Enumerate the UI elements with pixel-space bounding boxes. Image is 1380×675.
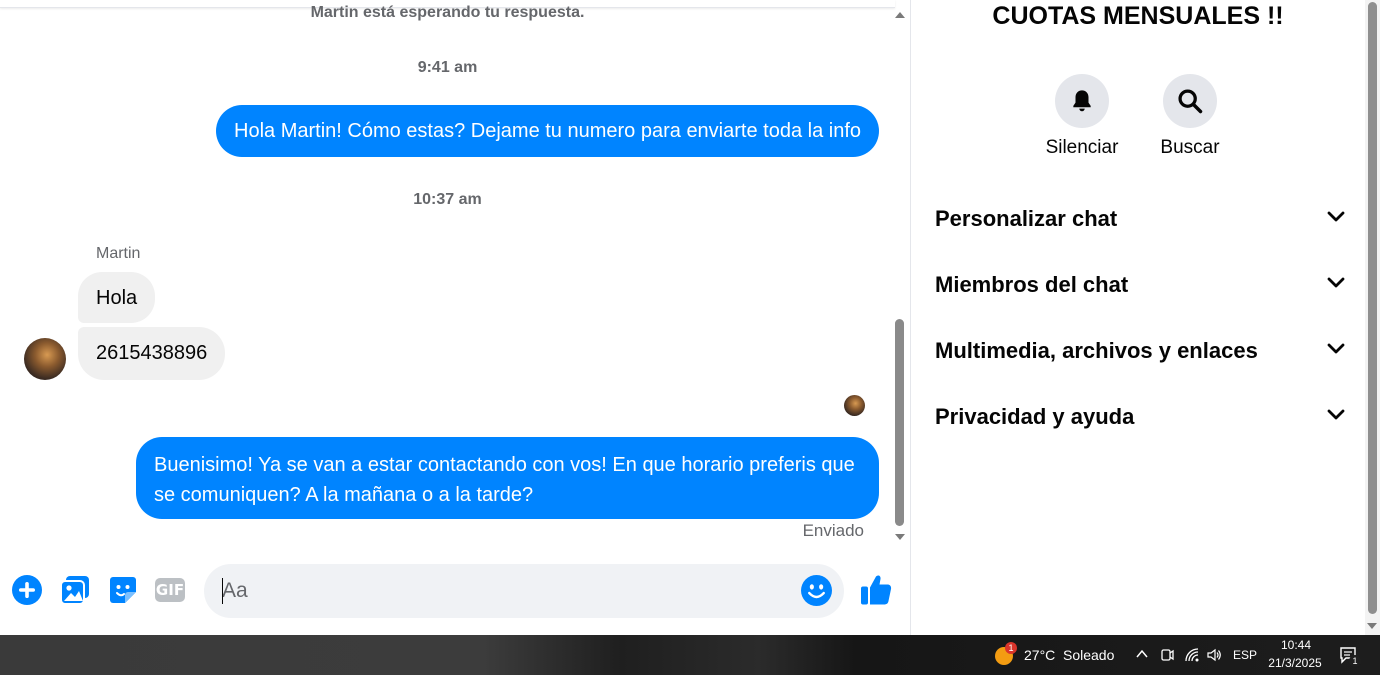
section-label: Miembros del chat (935, 272, 1129, 297)
timestamp: 10:37 am (413, 191, 482, 208)
like-icon[interactable] (860, 573, 892, 605)
composer: GIF (0, 556, 905, 626)
search-icon[interactable] (1163, 74, 1217, 128)
section-label: Multimedia, archivos y enlaces (935, 338, 1258, 363)
chat-scrollbar[interactable] (892, 8, 908, 544)
scroll-down-arrow-icon[interactable] (895, 534, 905, 540)
conversation-info-panel: CUOTAS MENSUALES !! Silenciar Buscar Per… (912, 0, 1364, 635)
avatar[interactable] (24, 338, 66, 380)
outgoing-message[interactable]: Hola Martin! Cómo estas? Dejame tu numer… (216, 105, 879, 157)
language-indicator[interactable]: ESP (1232, 648, 1258, 662)
search-label: Buscar (1160, 137, 1220, 158)
section-customize-chat[interactable]: Personalizar chat (935, 199, 1345, 239)
gif-icon[interactable]: GIF (154, 574, 186, 606)
taskbar: 1 27°C Soleado ESP 10:44 21/3/2025 1 (0, 635, 1380, 675)
meet-now-icon[interactable] (1160, 647, 1174, 668)
weather-temperature[interactable]: 27°C (1024, 647, 1055, 663)
outgoing-message[interactable]: Buenisimo! Ya se van a estar contactando… (136, 437, 879, 519)
chevron-up-icon[interactable] (1135, 647, 1149, 666)
scroll-up-arrow-icon[interactable] (895, 12, 905, 18)
message-input[interactable] (222, 576, 782, 606)
waiting-notice: Martin está esperando tu respuesta. (310, 4, 585, 21)
scrollbar-thumb[interactable] (1368, 2, 1377, 614)
sticker-icon[interactable] (107, 574, 139, 606)
message-box[interactable] (204, 564, 844, 618)
emoji-icon[interactable] (801, 575, 832, 611)
clock-date[interactable]: 21/3/2025 (1262, 656, 1328, 670)
chat-panel: Martin está esperando tu respuesta. 9:41… (0, 0, 911, 635)
section-media-files-links[interactable]: Multimedia, archivos y enlaces (935, 331, 1345, 371)
wifi-icon[interactable] (1184, 647, 1200, 668)
section-chat-members[interactable]: Miembros del chat (935, 265, 1345, 305)
weather-description[interactable]: Soleado (1063, 647, 1114, 663)
incoming-message[interactable]: 2615438896 (78, 327, 226, 380)
text-caret (222, 578, 223, 604)
timestamp: 9:41 am (417, 59, 478, 76)
volume-icon[interactable] (1206, 647, 1222, 668)
gif-label: GIF (155, 578, 185, 602)
plus-icon[interactable] (11, 574, 43, 606)
weather-badge: 1 (1005, 642, 1017, 654)
section-label: Privacidad y ayuda (935, 404, 1135, 429)
weather-icon[interactable]: 1 (994, 642, 1017, 666)
chevron-down-icon (1327, 408, 1345, 426)
window-scrollbar[interactable] (1365, 0, 1380, 635)
search-button[interactable]: Buscar (1145, 74, 1235, 159)
clock-time[interactable]: 10:44 (1266, 638, 1326, 652)
section-privacy-help[interactable]: Privacidad y ayuda (935, 397, 1345, 437)
scrollbar-thumb[interactable] (895, 319, 904, 526)
mute-label: Silenciar (1045, 137, 1119, 158)
mute-button[interactable]: Silenciar (1037, 74, 1127, 159)
notification-count: 1 (1349, 655, 1361, 667)
incoming-message[interactable]: Hola (78, 272, 156, 323)
chevron-down-icon (1327, 342, 1345, 360)
bell-icon[interactable] (1055, 74, 1109, 128)
chevron-down-icon (1327, 276, 1345, 294)
chevron-down-icon (1327, 210, 1345, 228)
section-label: Personalizar chat (935, 206, 1118, 231)
read-receipt-avatar (844, 395, 865, 416)
conversation-title: CUOTAS MENSUALES !! (992, 2, 1284, 30)
notification-icon[interactable]: 1 (1339, 645, 1361, 670)
image-icon[interactable] (59, 574, 91, 606)
delivery-status: Enviado (802, 521, 864, 540)
scroll-down-arrow-icon[interactable] (1367, 623, 1377, 629)
sender-name: Martin (96, 245, 141, 262)
